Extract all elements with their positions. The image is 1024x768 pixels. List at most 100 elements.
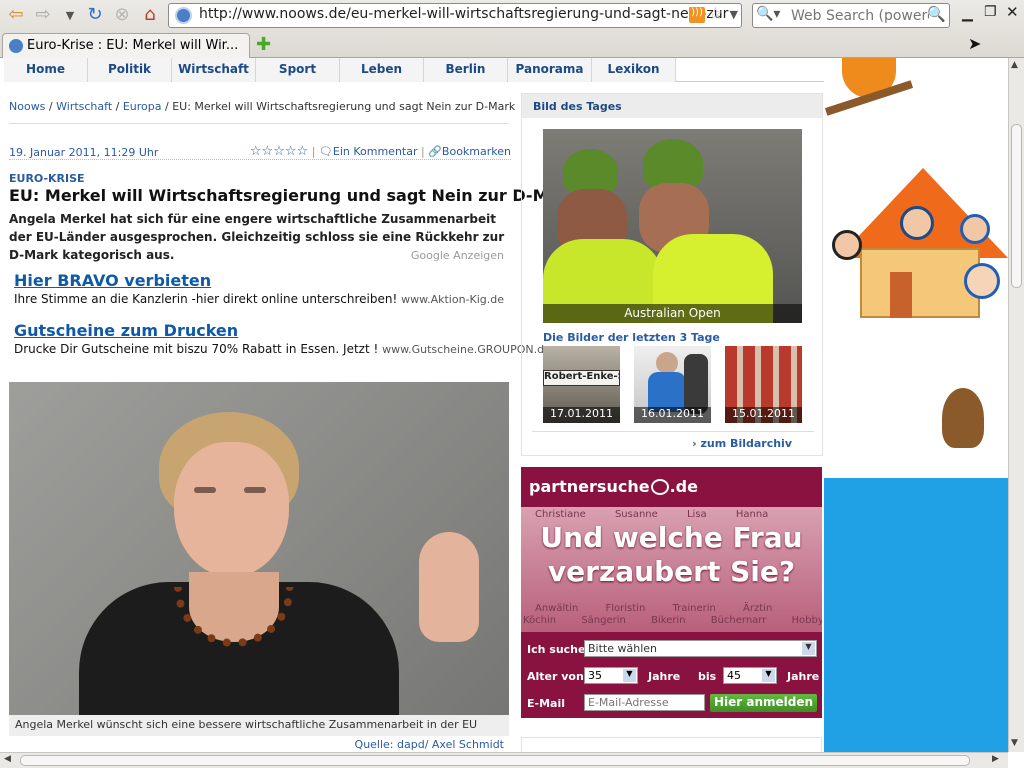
archive-link[interactable]: › zum Bildarchiv — [692, 437, 792, 450]
search-engine-icon[interactable]: 🔍▾ — [756, 6, 780, 22]
thumb-1[interactable]: Robert-Enke-Str. 17.01.2011 — [543, 346, 620, 423]
nav-panorama[interactable]: Panorama — [508, 58, 592, 82]
nav-sport[interactable]: Sport — [256, 58, 340, 82]
search-bar[interactable]: 🔍▾ 🔍 — [752, 3, 950, 28]
article-meta: 19. Januar 2011, 11:29 Uhr ☆☆☆☆☆ | 🗨Ein … — [9, 144, 511, 160]
age-label: Alter von — [527, 670, 584, 683]
browser-toolbar: ⇦ ⇨ ▼ ↻ ⊗ ⌂ http://www.noows.de/eu-merke… — [0, 0, 1024, 58]
select-arrow-icon: ▼ — [802, 642, 815, 655]
close-window-icon[interactable]: ✕ — [1006, 3, 1019, 21]
nav-wirtschaft[interactable]: Wirtschaft — [172, 58, 256, 82]
ad-title-2[interactable]: Gutscheine zum Drucken — [14, 321, 238, 340]
thumb-1-date: 17.01.2011 — [543, 407, 620, 423]
breadcrumb-wirtschaft[interactable]: Wirtschaft — [56, 100, 112, 113]
ad-text-2: Drucke Dir Gutscheine mit biszu 70% Raba… — [14, 342, 551, 356]
ad-title-1[interactable]: Hier BRAVO verbieten — [14, 271, 211, 290]
photo-source: Quelle: dapd/ Axel Schmidt — [354, 738, 504, 751]
reload-icon[interactable]: ↻ — [83, 3, 107, 27]
url-bar[interactable]: http://www.noows.de/eu-merkel-will-wirts… — [168, 3, 742, 28]
divider — [9, 123, 509, 124]
back-icon[interactable]: ⇦ — [4, 3, 28, 27]
minimize-icon[interactable]: ▁ — [962, 6, 973, 22]
comment-link[interactable]: Ein Kommentar — [333, 145, 418, 158]
article-headline: EU: Merkel will Wirtschaftsregierung und… — [9, 186, 578, 205]
scroll-left-icon[interactable]: ◀ — [4, 754, 11, 764]
breadcrumb-current: EU: Merkel will Wirtschaftsregierung und… — [172, 100, 516, 113]
select-arrow-icon: ▼ — [762, 669, 775, 682]
bookmark-link[interactable]: Bookmarken — [442, 145, 511, 158]
jahre-label-1: Jahre — [648, 670, 681, 683]
photo-hand — [419, 532, 479, 642]
email-field[interactable] — [584, 694, 705, 711]
stop-icon[interactable]: ⊗ — [110, 3, 134, 27]
gender-select[interactable]: Bitte wählen ▼ — [584, 640, 817, 657]
nav-leben[interactable]: Leben — [340, 58, 424, 82]
photo-of-the-day[interactable]: Australian Open — [543, 129, 802, 323]
browser-tab[interactable]: Euro-Krise : EU: Merkel will Wir... — [2, 33, 250, 58]
register-button[interactable]: Hier anmelden — [710, 694, 817, 712]
scroll-right-icon[interactable]: ▶ — [992, 754, 999, 764]
rating-stars[interactable]: ☆☆☆☆☆ — [250, 144, 308, 159]
ad-mole — [942, 388, 984, 448]
scroll-down-icon[interactable]: ▼ — [1011, 738, 1018, 748]
email-label: E-Mail — [527, 697, 565, 710]
main-nav: Home Politik Wirtschaft Sport Leben Berl… — [4, 58, 824, 82]
jahre-label-2: Jahre — [787, 670, 820, 683]
url-text: http://www.noows.de/eu-merkel-will-wirts… — [199, 6, 729, 22]
horizontal-scrollbar[interactable]: ◀ ▶ — [0, 752, 1008, 768]
ad-character — [900, 206, 934, 240]
ad-url-1[interactable]: www.Aktion-Kig.de — [401, 293, 504, 306]
breadcrumb-europa[interactable]: Europa — [123, 100, 162, 113]
age-to-select[interactable]: 45 ▼ — [723, 667, 777, 684]
bis-label: bis — [698, 670, 717, 683]
url-dropdown-icon[interactable]: ▼ — [730, 8, 738, 21]
bild-title: Bild des Tages — [522, 94, 822, 118]
rss-icon[interactable]: ))) — [689, 7, 705, 23]
heart-magnifier-icon — [650, 479, 669, 495]
new-tab-icon[interactable]: ✚ — [256, 34, 271, 55]
bookmark-icon: 🔗 — [428, 145, 442, 158]
site-icon — [175, 7, 192, 24]
nav-lexikon[interactable]: Lexikon — [592, 58, 676, 82]
bild-des-tages-box: Bild des Tages Australian Open Die Bilde… — [521, 93, 823, 456]
thumb-3[interactable]: 15.01.2011 — [725, 346, 802, 423]
skyscraper-ad[interactable] — [824, 58, 1008, 752]
home-icon[interactable]: ⌂ — [138, 3, 162, 27]
article-photo — [9, 382, 509, 715]
banner-headline: Und welche Frau verzaubert Sie? — [540, 521, 803, 588]
bookmark-star-icon[interactable]: ☆ — [708, 4, 723, 24]
photo-face — [174, 442, 289, 577]
vertical-scrollbar[interactable]: ▲ ▼ — [1008, 58, 1024, 752]
article-kicker: EURO-KRISE — [9, 172, 85, 185]
restore-icon[interactable]: ❐ — [984, 4, 997, 20]
thumb-2[interactable]: 16.01.2011 — [634, 346, 711, 423]
recent-pics-title: Die Bilder der letzten 3 Tage — [543, 331, 720, 344]
nav-berlin[interactable]: Berlin — [424, 58, 508, 82]
partnersuche-banner[interactable]: partnersuche .de Christiane Susanne Lisa … — [521, 467, 822, 718]
history-dropdown-icon[interactable]: ▼ — [58, 3, 82, 27]
breadcrumb-home[interactable]: Noows — [9, 100, 45, 113]
article-date: 19. Januar 2011, 11:29 Uhr — [9, 146, 159, 159]
forward-icon[interactable]: ⇨ — [31, 3, 55, 27]
scroll-thumb-h[interactable] — [20, 755, 970, 766]
scroll-up-icon[interactable]: ▲ — [1011, 60, 1018, 70]
banner-logo: partnersuche .de — [529, 477, 698, 496]
next-box — [521, 737, 822, 752]
comment-icon: 🗨 — [318, 145, 333, 158]
thumb-2-date: 16.01.2011 — [634, 407, 711, 423]
breadcrumb: Noows / Wirtschaft / Europa / EU: Merkel… — [9, 100, 516, 113]
tab-title: Euro-Krise : EU: Merkel will Wir... — [27, 38, 239, 53]
nav-home[interactable]: Home — [4, 58, 88, 82]
search-label: Ich suche — [527, 643, 586, 656]
photo-caption-overlay: Australian Open — [543, 304, 802, 323]
scroll-thumb[interactable] — [1011, 124, 1022, 288]
nav-politik[interactable]: Politik — [88, 58, 172, 82]
age-from-select[interactable]: 35 ▼ — [584, 667, 638, 684]
search-input[interactable] — [791, 6, 929, 25]
thumb-1-sign: Robert-Enke-Str. — [543, 370, 620, 386]
ad-house — [860, 248, 980, 318]
thumb-3-date: 15.01.2011 — [725, 407, 802, 423]
ad-character — [964, 263, 1000, 299]
photo-caption: Angela Merkel wünscht sich eine bessere … — [9, 715, 509, 736]
search-go-icon[interactable]: 🔍 — [927, 5, 946, 23]
